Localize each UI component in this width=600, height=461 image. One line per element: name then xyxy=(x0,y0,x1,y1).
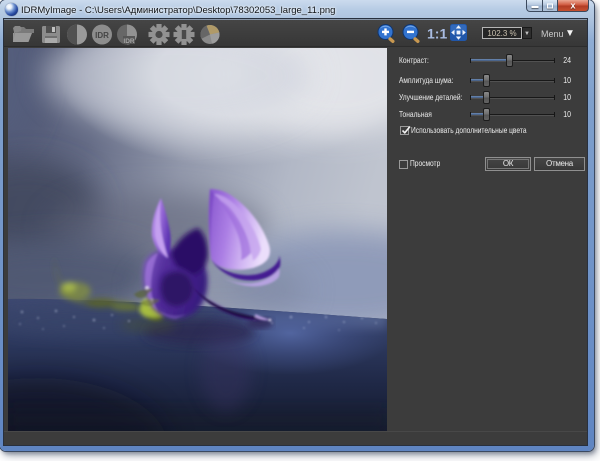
svg-text:1:1: 1:1 xyxy=(427,26,447,42)
svg-text:IDR: IDR xyxy=(123,38,135,45)
svg-text:IDR: IDR xyxy=(95,31,109,40)
